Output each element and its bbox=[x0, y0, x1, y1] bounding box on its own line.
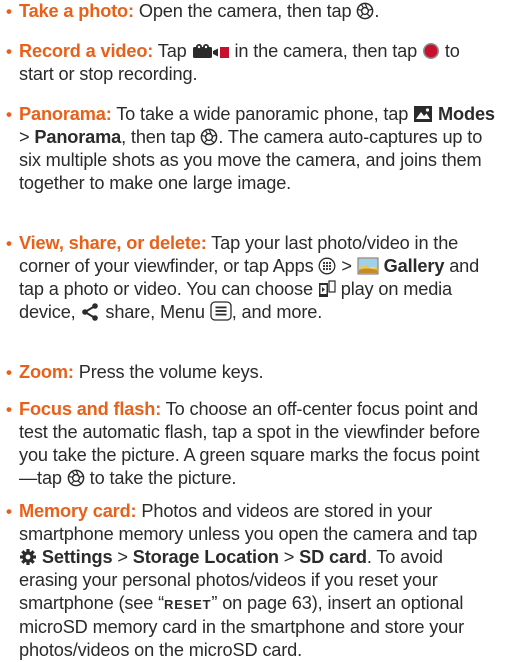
tip-body: To take a wide panoramic phone, tap bbox=[111, 104, 414, 124]
modes-label: Modes bbox=[438, 104, 495, 124]
menu-lines-icon bbox=[210, 301, 232, 321]
bullet: • bbox=[6, 363, 12, 382]
tip-text: Panorama: To take a wide panoramic phone… bbox=[19, 103, 495, 195]
bullet: • bbox=[6, 105, 12, 124]
reset-reference: RESET bbox=[164, 597, 212, 612]
video-camera-icon bbox=[192, 44, 230, 60]
bullet: • bbox=[6, 234, 12, 253]
separator: > bbox=[336, 256, 357, 276]
camera-shutter-icon bbox=[356, 2, 374, 20]
bullet: • bbox=[6, 400, 12, 419]
tip-body: in the camera, then tap bbox=[229, 41, 422, 61]
tip-body: Tap bbox=[153, 41, 192, 61]
settings-gear-icon bbox=[19, 548, 37, 566]
tip-body: to take the picture. bbox=[84, 468, 237, 488]
tip-body: , then tap bbox=[121, 127, 201, 147]
tip-heading: Record a video: bbox=[19, 41, 154, 61]
gallery-label: Gallery bbox=[383, 256, 445, 276]
settings-label: Settings bbox=[41, 547, 113, 567]
tip-heading: Focus and flash: bbox=[19, 399, 162, 419]
modes-picture-icon bbox=[413, 105, 433, 123]
tip-text: Memory card: Photos and videos are store… bbox=[19, 500, 495, 662]
camera-shutter-icon bbox=[67, 469, 85, 487]
sd-card-label: SD card bbox=[299, 547, 367, 567]
bullet: • bbox=[6, 2, 12, 21]
tip-text: Focus and flash: To choose an off-center… bbox=[19, 398, 495, 490]
gallery-landscape-icon bbox=[357, 257, 379, 275]
share-icon bbox=[80, 303, 100, 321]
tip-heading: Panorama: bbox=[19, 104, 112, 124]
tip-body: share, Menu bbox=[100, 302, 210, 322]
record-dot-icon bbox=[422, 42, 440, 60]
separator: > bbox=[278, 547, 300, 567]
camera-shutter-icon bbox=[200, 128, 218, 146]
tip-heading: Memory card: bbox=[19, 501, 137, 521]
bullet: • bbox=[6, 502, 12, 521]
play-on-media-device-icon bbox=[318, 280, 336, 298]
tip-text: Zoom: Press the volume keys. bbox=[19, 361, 495, 384]
storage-location-label: Storage Location bbox=[132, 547, 279, 567]
tip-body: Press the volume keys. bbox=[73, 362, 264, 382]
tip-text: Take a photo: Open the camera, then tap … bbox=[19, 0, 495, 23]
tip-heading: View, share, or delete: bbox=[19, 233, 207, 253]
separator: > bbox=[19, 127, 35, 147]
apps-grid-icon bbox=[318, 257, 336, 275]
tip-body: Open the camera, then tap bbox=[133, 1, 357, 21]
camera-tips-page: • Take a photo: Open the camera, then ta… bbox=[0, 0, 511, 660]
tip-body: , and more. bbox=[231, 302, 323, 322]
panorama-label: Panorama bbox=[34, 127, 122, 147]
tip-text: View, share, or delete: Tap your last ph… bbox=[19, 232, 495, 324]
bullet: • bbox=[6, 42, 12, 61]
tip-heading: Zoom: bbox=[19, 362, 74, 382]
tip-text: Record a video: Tap in the camera, then … bbox=[19, 40, 495, 86]
tip-body: . bbox=[374, 1, 380, 21]
separator: > bbox=[112, 547, 133, 567]
tip-heading: Take a photo: bbox=[19, 1, 134, 21]
